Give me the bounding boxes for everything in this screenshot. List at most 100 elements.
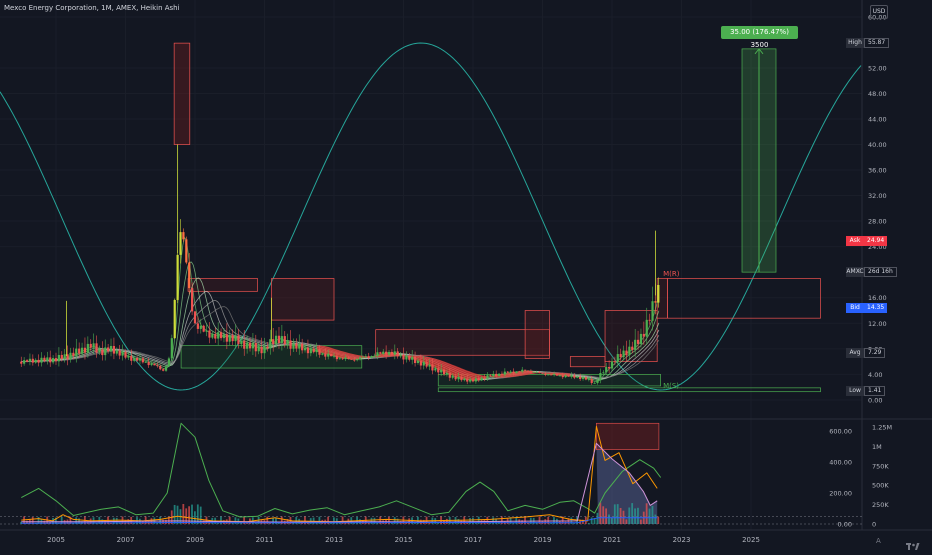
candle-body (272, 339, 275, 345)
candle-body (37, 359, 40, 363)
candle-body (188, 262, 191, 289)
candle-body (159, 365, 162, 370)
price-tick-label: 28.00 (868, 218, 887, 226)
currency-label[interactable]: USD (870, 5, 888, 19)
candle-body (34, 359, 37, 363)
candle-body (144, 362, 147, 363)
candle-body (593, 382, 596, 384)
candle-body (469, 379, 472, 382)
candle-body (147, 362, 150, 366)
candle-body (164, 366, 168, 371)
price-tag-low: Low 1.41 (846, 385, 886, 396)
candle-body (573, 375, 576, 378)
candle-body (135, 357, 139, 361)
candle-body (518, 371, 521, 373)
candle-body (124, 351, 127, 358)
volume-bar (616, 504, 619, 524)
candle-body (526, 370, 530, 372)
auto-scale-button[interactable]: A (876, 537, 881, 545)
candle-body (535, 372, 538, 373)
indicator-left-tick: 0.00 (838, 521, 852, 529)
candle-body (243, 340, 246, 349)
candle-body (89, 343, 92, 348)
candle-body (127, 355, 130, 358)
candle-body (54, 358, 58, 362)
candle-body (529, 371, 533, 373)
candle-body (219, 332, 223, 339)
indicator-left-tick: 200.00 (829, 490, 852, 498)
candle-body (60, 354, 63, 359)
price-tick-label: 44.00 (868, 116, 887, 124)
symbol-title[interactable]: Mexco Energy Corporation, 1M, AMEX, Heik… (4, 4, 180, 12)
candle-body (610, 361, 614, 369)
candle-body (552, 374, 556, 375)
candle-body (202, 325, 205, 332)
time-tick-label: 2023 (673, 536, 691, 544)
candle-body (86, 343, 89, 353)
candle-body (416, 360, 420, 363)
price-tag-value: 24.94 (864, 235, 888, 246)
candle-body (425, 361, 428, 367)
candle-body (324, 353, 327, 357)
price-tag-value: 55.87 (864, 38, 890, 49)
price-tick-label: 16.00 (868, 294, 887, 302)
volume-bar (414, 523, 416, 524)
candle-body (474, 378, 477, 382)
candle-body (454, 375, 457, 380)
indicator-right-tick: 250K (872, 501, 889, 509)
candle-body (101, 349, 104, 356)
candle-body (625, 350, 628, 356)
candle-body (257, 346, 260, 352)
time-tick-label: 2013 (325, 536, 343, 544)
candle-body (312, 348, 315, 353)
candle-body (451, 375, 454, 378)
zone-box (437, 387, 821, 393)
candle-body (471, 379, 475, 382)
time-tick-label: 2011 (256, 536, 274, 544)
volume-bar (445, 518, 448, 524)
price-tick-label: 0.00 (868, 397, 882, 405)
candle-body (315, 349, 318, 353)
candle-body (150, 363, 153, 366)
candle-body (274, 335, 278, 345)
candle-body (80, 347, 84, 354)
candle-body (199, 325, 202, 329)
price-chart[interactable]: 60.0052.0048.0044.0040.0036.0032.0028.00… (0, 0, 932, 550)
candle-body (373, 356, 376, 357)
price-tag-ask: Ask 24.94 (846, 235, 888, 246)
candle-body (605, 366, 608, 373)
zone-box (173, 42, 191, 145)
price-range-measure (741, 48, 777, 273)
price-tag-key: Low (846, 385, 864, 396)
candle-body (301, 343, 304, 351)
volume-bar (619, 507, 622, 524)
time-tick-label: 2007 (117, 536, 135, 544)
candle-body (112, 345, 116, 354)
volume-bar (637, 507, 639, 524)
candle-body (254, 342, 257, 352)
candle-body (292, 343, 295, 349)
candle-body (170, 338, 173, 359)
candle-body (616, 354, 619, 363)
candle-body (52, 358, 55, 363)
candle-body (590, 379, 593, 383)
tradingview-logo[interactable] (906, 536, 920, 550)
price-tag-value: 14.35 (864, 303, 888, 314)
candle-body (92, 343, 95, 348)
candle-body (387, 351, 391, 355)
price-tag-value: 7.29 (864, 348, 886, 359)
candle-body (176, 254, 179, 300)
candle-body (561, 375, 564, 378)
volume-bar (631, 503, 634, 524)
candle-body (237, 335, 240, 345)
ms-annotation: M(S) (663, 381, 680, 390)
candle-body (584, 377, 588, 380)
price-tag-avg: Avg 7.29 (846, 348, 886, 359)
candle-body (193, 311, 197, 324)
zone-box (524, 310, 550, 359)
candle-body (463, 378, 466, 381)
candle-body (162, 369, 165, 371)
candle-body (335, 355, 338, 360)
candle-body (645, 319, 648, 337)
candle-body (596, 380, 599, 383)
